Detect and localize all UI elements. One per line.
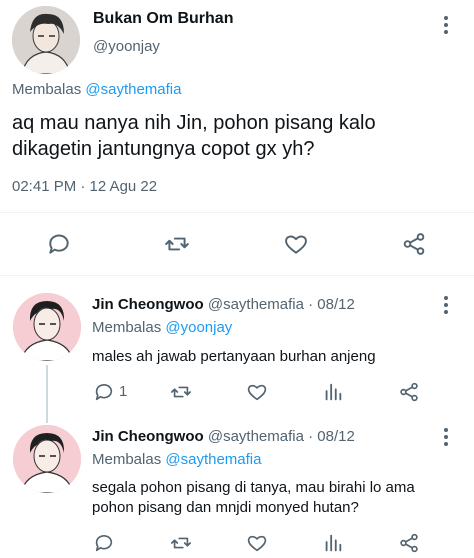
avatar[interactable] [13,425,81,493]
retweet-icon[interactable] [170,532,192,554]
avatar[interactable] [12,6,80,74]
tweet-timestamp[interactable]: 02:41 PM · 12 Agu 22 [12,178,157,195]
like-icon[interactable] [283,231,309,257]
avatar[interactable] [13,293,81,361]
reply-context: Membalas @saythemafia [92,451,261,468]
thread-line [46,365,48,423]
reply-icon[interactable] [93,532,115,554]
reply-count: 1 [119,383,128,400]
handle-and-date[interactable]: @saythemafia · 08/12 [208,428,355,445]
reply-prefix: Membalas [92,451,162,468]
reply-icon[interactable] [46,231,72,257]
reply-to-link[interactable]: @yoonjay [165,319,232,336]
reply-text: males ah jawab pertanyaan burhan anjeng [92,346,376,367]
reply-to-link[interactable]: @saythemafia [85,81,181,98]
reply-text-line: males ah jawab pertanyaan burhan anjeng [92,348,376,365]
retweet-icon[interactable] [164,231,190,257]
more-options-icon[interactable] [436,296,456,316]
display-name[interactable]: Jin Cheongwoo [92,428,204,445]
retweet-icon[interactable] [170,381,192,403]
reply-prefix: Membalas [92,319,162,336]
share-icon[interactable] [398,381,420,403]
tweet-text-line: dikagetin jantungnya copot gx yh? [12,138,315,160]
more-options-icon[interactable] [436,16,456,36]
reply-text-line: segala pohon pisang di tanya, mau birahi… [92,479,415,496]
reply-text-line: pohon pisang dan mnjdi monyed hutan? [92,499,359,516]
reply-text: segala pohon pisang di tanya, mau birahi… [92,478,415,518]
analytics-icon[interactable] [322,381,344,403]
display-name[interactable]: Bukan Om Burhan [93,10,233,28]
reply-to-link[interactable]: @saythemafia [165,451,261,468]
reply-context: Membalas @saythemafia [12,81,181,98]
share-icon[interactable] [401,231,427,257]
reply-icon[interactable] [93,381,115,403]
analytics-icon[interactable] [322,532,344,554]
display-name[interactable]: Jin Cheongwoo [92,296,204,313]
tweet-text: aq mau nanya nih Jin, pohon pisang kalo … [12,110,376,162]
reply-context: Membalas @yoonjay [92,319,232,336]
divider [0,212,474,213]
more-options-icon[interactable] [436,428,456,448]
share-icon[interactable] [398,532,420,554]
user-handle[interactable]: @yoonjay [93,38,160,55]
like-icon[interactable] [246,381,268,403]
reply-header: Jin Cheongwoo @saythemafia · 08/12 [92,296,355,313]
handle-and-date[interactable]: @saythemafia · 08/12 [208,296,355,313]
like-icon[interactable] [246,532,268,554]
reply-prefix: Membalas [12,81,82,98]
reply-header: Jin Cheongwoo @saythemafia · 08/12 [92,428,355,445]
divider [0,275,474,276]
tweet-text-line: aq mau nanya nih Jin, pohon pisang kalo [12,112,376,134]
